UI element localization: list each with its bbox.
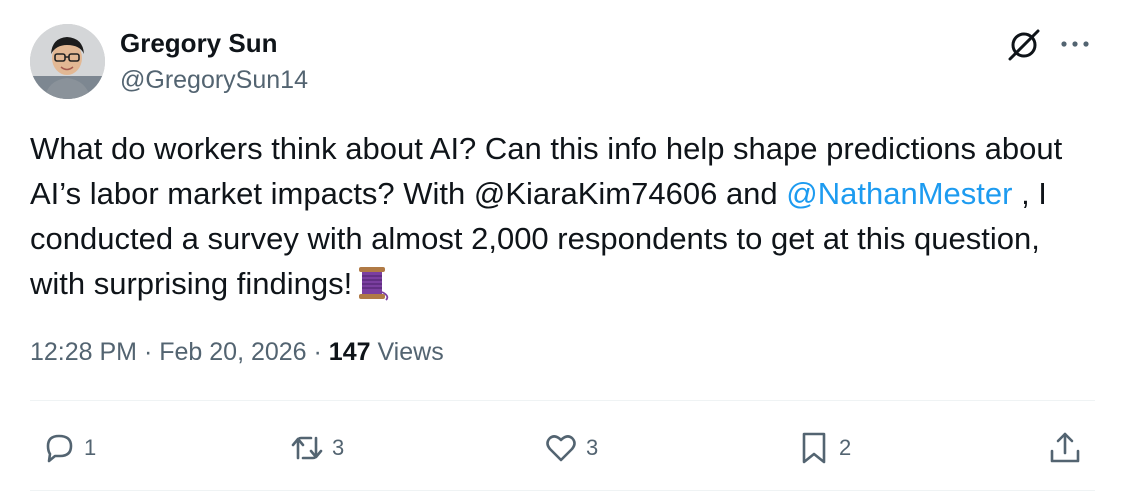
mention-link[interactable]: @NathanMester [786, 176, 1012, 211]
bookmark-icon [802, 432, 826, 464]
author-name[interactable]: Gregory Sun [120, 28, 277, 59]
divider [30, 400, 1095, 401]
tweet-text: What do workers think about AI? Can this… [30, 126, 1090, 306]
author-handle[interactable]: @GregorySun14 [120, 66, 308, 95]
grok-icon[interactable] [1005, 26, 1043, 64]
thread-spool-icon [359, 267, 389, 301]
tweet-meta: 12:28 PM · Feb 20, 2026 · 147 Views [30, 338, 444, 367]
avatar-photo [30, 24, 105, 99]
meta-separator: · [306, 338, 329, 366]
share-button[interactable] [1046, 428, 1084, 468]
divider [30, 490, 1095, 491]
repost-icon [291, 436, 323, 460]
tweet-date[interactable]: Feb 20, 2026 [159, 338, 306, 366]
tweet-time[interactable]: 12:28 PM [30, 338, 137, 366]
more-icon[interactable] [1058, 34, 1092, 54]
reply-button[interactable]: 1 [40, 428, 96, 468]
share-icon [1050, 432, 1080, 463]
reply-icon [46, 434, 73, 463]
like-button[interactable]: 3 [542, 428, 598, 468]
views-label: Views [370, 338, 444, 366]
bookmark-count: 2 [839, 435, 852, 460]
repost-count: 3 [332, 435, 345, 460]
bookmark-button[interactable]: 2 [795, 428, 851, 468]
avatar[interactable] [30, 24, 105, 99]
like-icon [546, 435, 576, 462]
repost-button[interactable]: 3 [288, 428, 344, 468]
reply-count: 1 [84, 435, 97, 460]
views-count: 147 [328, 338, 371, 366]
like-count: 3 [586, 435, 599, 460]
meta-separator: · [137, 338, 160, 366]
